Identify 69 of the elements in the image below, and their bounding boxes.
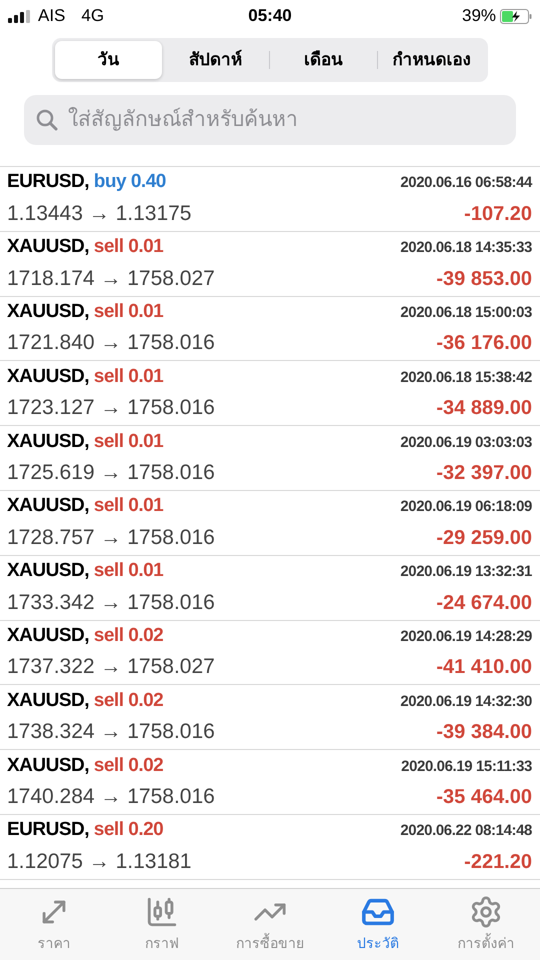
deal-title: XAUUSD, sell 0.01 (7, 364, 164, 389)
deal-prices: 1718.174 → 1758.027 (7, 266, 215, 292)
deal-profit: -24 674.00 (436, 590, 532, 616)
deal-profit: -36 176.00 (436, 331, 532, 356)
deal-row[interactable]: XAUUSD, sell 0.01 2020.06.19 03:03:03 1725.619 → 1758.016 -32 397.00 (0, 426, 540, 491)
deal-prices: 1740.284 → 1758.016 (7, 784, 215, 810)
deal-time: 2020.06.19 14:28:29 (400, 626, 532, 647)
deal-profit: -32 397.00 (436, 461, 532, 486)
deal-title: XAUUSD, sell 0.02 (7, 754, 164, 778)
period-tab[interactable]: สัปดาห์ (162, 41, 269, 79)
deal-prices: 1728.757 → 1758.016 (7, 524, 215, 551)
deal-time: 2020.06.19 06:18:09 (400, 497, 532, 518)
deal-row[interactable]: XAUUSD, sell 0.02 2020.06.19 14:32:30 1738.324 → 1758.016 -39 384.00 (0, 685, 540, 750)
deal-row[interactable]: EURUSD, buy 0.40 2020.06.16 06:58:44 1.13443 → 1.13175 -107.20 (0, 167, 540, 232)
search-field[interactable]: ใส่สัญลักษณ์สำหรับค้นหา (24, 95, 516, 145)
deal-prices: 1.13443 → 1.13175 (7, 200, 192, 227)
battery-percent: 39% (462, 5, 496, 28)
deal-prices: 1725.619 → 1758.016 (7, 460, 215, 486)
deal-profit: -34 889.00 (436, 396, 532, 422)
deal-row[interactable]: XAUUSD, sell 0.01 2020.06.19 06:18:09 1728.757 → 1758.016 -29 259.00 (0, 490, 540, 556)
deal-prices: 1723.127 → 1758.016 (7, 395, 215, 422)
deal-profit: -39 384.00 (436, 720, 532, 746)
deal-row[interactable]: XAUUSD, sell 0.01 2020.06.18 14:35:33 1718.174 → 1758.027 -39 853.00 (0, 232, 540, 297)
bottom-tab[interactable]: ประวัติ (324, 889, 432, 960)
signal-icon (8, 10, 30, 22)
deal-title: EURUSD, buy 0.40 (7, 170, 166, 194)
deal-time: 2020.06.19 03:03:03 (400, 432, 532, 453)
deal-time: 2020.06.18 14:35:33 (400, 238, 532, 258)
settings-icon (469, 895, 503, 929)
deal-title: XAUUSD, sell 0.01 (7, 235, 164, 260)
deal-time: 2020.06.22 08:14:48 (400, 821, 532, 842)
carrier-name: AIS (38, 5, 66, 28)
deal-profit: -29 259.00 (436, 526, 532, 551)
deal-title: XAUUSD, sell 0.01 (7, 559, 164, 584)
deal-row[interactable]: XAUUSD, sell 0.02 2020.06.19 15:11:33 1740.284 → 1758.016 -35 464.00 (0, 750, 540, 815)
deal-row[interactable]: XAUUSD, sell 0.02 2020.06.19 14:28:29 1737.322 → 1758.027 -41 410.00 (0, 620, 540, 686)
deal-time: 2020.06.19 15:11:33 (401, 756, 532, 777)
deal-prices: 1738.324 → 1758.016 (7, 719, 215, 746)
deal-row[interactable]: XAUUSD, sell 0.01 2020.06.18 15:00:03 1721.840 → 1758.016 -36 176.00 (0, 296, 540, 362)
deal-profit: -221.20 (464, 850, 532, 875)
clock-time: 05:40 (248, 5, 292, 28)
period-tab[interactable]: วัน (55, 41, 162, 79)
deal-prices: 1737.322 → 1758.027 (7, 654, 215, 680)
deal-profit: -107.20 (464, 202, 532, 227)
deal-title: EURUSD, sell 0.20 (7, 818, 164, 842)
deal-time: 2020.06.19 13:32:31 (400, 562, 532, 582)
deal-row[interactable]: XAUUSD, sell 0.01 2020.06.19 13:32:31 1733.342 → 1758.016 -24 674.00 (0, 556, 540, 621)
deal-row[interactable]: XAUUSD, sell 0.01 2020.06.18 15:38:42 1723.127 → 1758.016 -34 889.00 (0, 361, 540, 426)
deal-profit: -35 464.00 (436, 785, 532, 810)
deal-profit: -41 410.00 (436, 655, 532, 680)
deal-profit: -39 853.00 (436, 266, 532, 292)
deal-title: XAUUSD, sell 0.01 (7, 430, 164, 454)
battery-charging-icon (500, 8, 532, 24)
deal-title: XAUUSD, sell 0.01 (7, 494, 164, 518)
network-type: 4G (81, 5, 104, 28)
deal-prices: 1733.342 → 1758.016 (7, 590, 215, 616)
deal-time: 2020.06.19 14:32:30 (400, 692, 532, 712)
deal-prices: 1.12075 → 1.13181 (7, 848, 192, 875)
period-tab[interactable]: เดือน (270, 41, 377, 79)
deal-title: XAUUSD, sell 0.02 (7, 688, 164, 713)
period-tab[interactable]: กำหนดเอง (378, 41, 485, 79)
deal-time: 2020.06.18 15:38:42 (400, 368, 532, 388)
deal-prices: 1721.840 → 1758.016 (7, 330, 215, 356)
deal-time: 2020.06.16 06:58:44 (400, 173, 532, 194)
deal-title: XAUUSD, sell 0.02 (7, 624, 164, 648)
candlestick-icon (145, 895, 179, 929)
deal-time: 2020.06.18 15:00:03 (400, 302, 532, 323)
deal-row[interactable]: EURUSD, sell 0.20 2020.06.22 08:14:48 1.12075 → 1.13181 -221.20 (0, 814, 540, 880)
deal-title: XAUUSD, sell 0.01 (7, 300, 164, 324)
